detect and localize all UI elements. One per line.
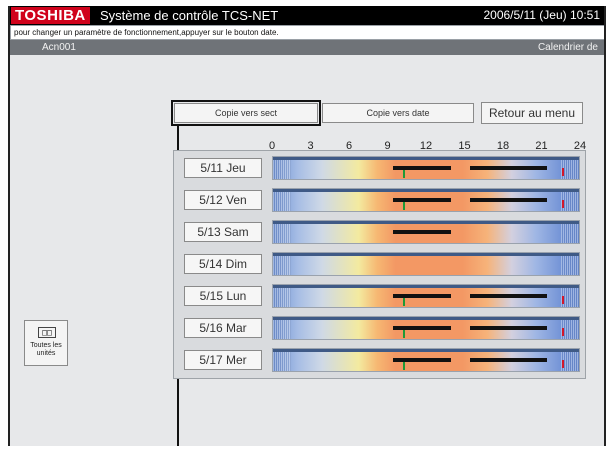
schedule-panel: Copie vers sect Copie vers date Retour a… <box>10 55 604 446</box>
back-to-menu-button[interactable]: Retour au menu <box>481 102 583 124</box>
stop-marker <box>561 360 564 368</box>
operation-period-bar <box>470 294 548 298</box>
operation-period-bar <box>470 166 548 170</box>
track-top-edge <box>273 189 579 192</box>
stop-marker <box>561 168 564 176</box>
copy-to-date-button[interactable]: Copie vers date <box>322 103 474 123</box>
track-shading <box>273 160 291 179</box>
start-marker <box>402 202 405 210</box>
operation-period-bar <box>470 198 548 202</box>
start-marker <box>402 362 405 370</box>
start-marker <box>402 330 405 338</box>
day-button[interactable]: 5/13 Sam <box>184 222 262 242</box>
day-schedule-track[interactable] <box>272 220 580 244</box>
day-schedule-track[interactable] <box>272 284 580 308</box>
track-shading <box>273 288 291 307</box>
operation-period-bar <box>470 326 548 330</box>
operation-period-bar <box>393 230 452 234</box>
day-button[interactable]: 5/14 Dim <box>184 254 262 274</box>
day-schedule-track[interactable] <box>272 188 580 212</box>
start-marker <box>402 298 405 306</box>
unit-bar: Acn001 Calendrier de <box>10 40 604 55</box>
day-button[interactable]: 5/17 Mer <box>184 350 262 370</box>
day-schedule-track[interactable] <box>272 156 580 180</box>
app-title: Système de contrôle TCS-NET <box>100 8 279 23</box>
current-datetime: 2006/5/11 (Jeu) 10:51 <box>483 8 600 22</box>
all-units-button[interactable]: □□ Toutes les unités <box>24 320 68 366</box>
track-top-edge <box>273 317 579 320</box>
day-schedule-track[interactable] <box>272 252 580 276</box>
operation-period-bar <box>470 358 548 362</box>
track-top-edge <box>273 349 579 352</box>
info-message: pour changer un paramètre de fonctionnem… <box>10 25 604 40</box>
track-shading <box>273 224 291 243</box>
track-top-edge <box>273 157 579 160</box>
brand-logo: TOSHIBA <box>11 7 90 24</box>
stop-marker <box>561 200 564 208</box>
stop-marker <box>561 296 564 304</box>
all-units-label: Toutes les unités <box>30 342 62 357</box>
unit-name: Acn001 <box>42 42 76 53</box>
start-marker <box>402 170 405 178</box>
day-button[interactable]: 5/12 Ven <box>184 190 262 210</box>
screen-name: Calendrier de <box>537 42 598 53</box>
title-bar: TOSHIBA Système de contrôle TCS-NET 2006… <box>10 6 604 25</box>
track-shading <box>561 256 579 275</box>
track-top-edge <box>273 221 579 224</box>
unit-group-icon: □□ <box>38 327 56 338</box>
track-top-edge <box>273 285 579 288</box>
track-shading <box>273 192 291 211</box>
day-button[interactable]: 5/16 Mar <box>184 318 262 338</box>
day-button[interactable]: 5/11 Jeu <box>184 158 262 178</box>
day-schedule-track[interactable] <box>272 348 580 372</box>
track-shading <box>273 256 291 275</box>
day-schedule-track[interactable] <box>272 316 580 340</box>
app-window: TOSHIBA Système de contrôle TCS-NET 2006… <box>8 6 606 446</box>
stop-marker <box>561 328 564 336</box>
copy-to-sector-button[interactable]: Copie vers sect <box>171 100 321 126</box>
day-button[interactable]: 5/15 Lun <box>184 286 262 306</box>
track-top-edge <box>273 253 579 256</box>
track-shading <box>561 224 579 243</box>
track-shading <box>273 352 291 371</box>
track-shading <box>273 320 291 339</box>
